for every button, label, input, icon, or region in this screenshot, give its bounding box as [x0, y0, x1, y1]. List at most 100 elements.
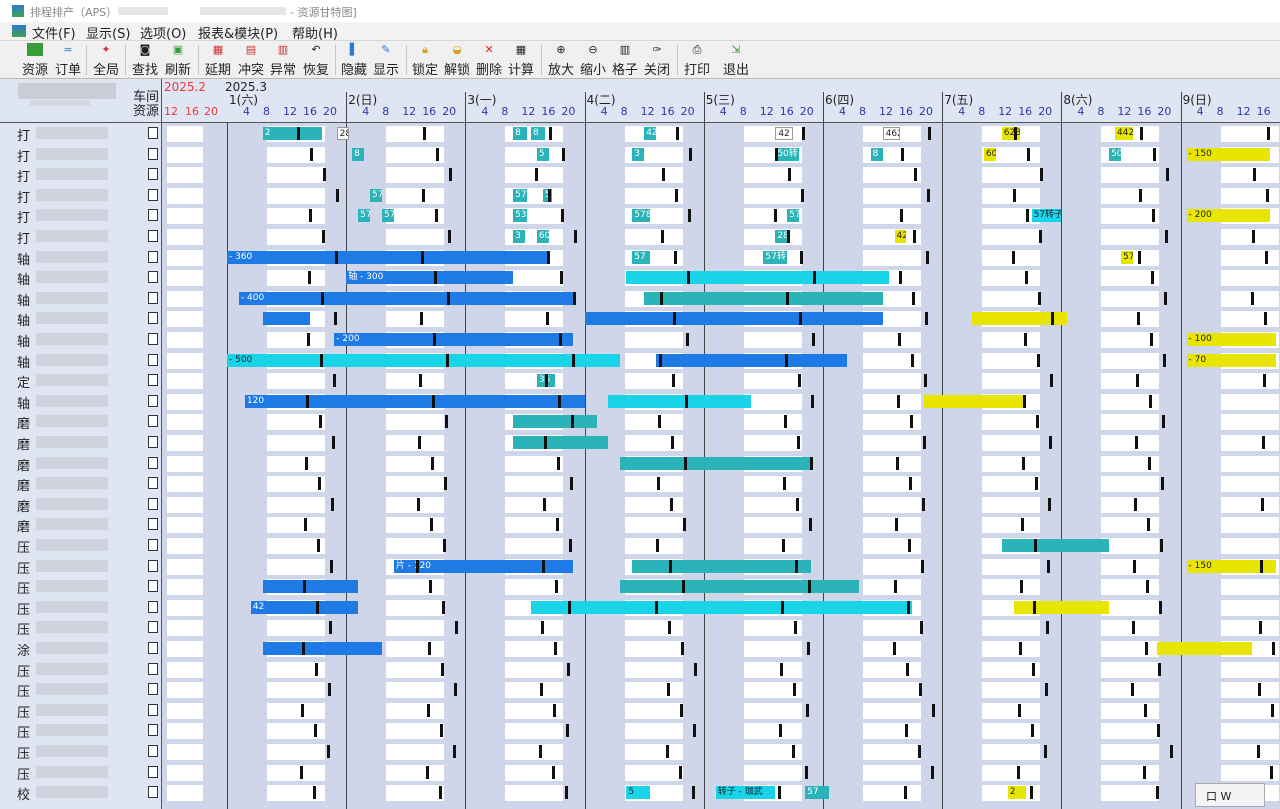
task-bar[interactable] — [262, 312, 311, 326]
task-marker[interactable] — [1013, 188, 1017, 202]
task-marker[interactable] — [928, 127, 931, 140]
resource-checkbox[interactable] — [148, 394, 158, 407]
task-marker[interactable] — [336, 188, 339, 202]
task-marker[interactable] — [448, 230, 452, 243]
task-marker[interactable] — [798, 312, 802, 326]
task-marker[interactable] — [552, 765, 556, 779]
task-marker[interactable] — [565, 786, 569, 800]
task-bar[interactable]: 42 — [775, 127, 794, 140]
task-marker[interactable] — [784, 353, 788, 367]
task-marker[interactable] — [440, 724, 444, 738]
task-marker[interactable] — [774, 147, 778, 161]
conflict-button[interactable]: ▤ 冲突 — [235, 43, 267, 78]
task-marker[interactable] — [547, 250, 551, 264]
task-marker[interactable] — [307, 333, 310, 346]
task-marker[interactable] — [1271, 642, 1275, 655]
resource-checkbox[interactable] — [148, 456, 158, 469]
task-marker[interactable] — [911, 353, 914, 367]
resource-row-label[interactable]: 轴 — [17, 393, 30, 412]
resource-checkbox[interactable] — [148, 765, 158, 778]
global-button[interactable]: ✦ 全局 — [90, 43, 122, 78]
task-marker[interactable] — [669, 497, 673, 511]
task-marker[interactable] — [794, 559, 798, 573]
task-marker[interactable] — [807, 580, 811, 594]
task-marker[interactable] — [1136, 374, 1140, 388]
task-marker[interactable] — [567, 662, 571, 676]
task-marker[interactable] — [900, 209, 903, 223]
task-marker[interactable] — [447, 291, 451, 305]
task-marker[interactable] — [692, 724, 696, 738]
task-marker[interactable] — [924, 374, 927, 388]
task-marker[interactable] — [1025, 271, 1029, 285]
task-marker[interactable] — [417, 497, 421, 511]
resource-row-label[interactable]: 打 — [17, 166, 30, 185]
task-marker[interactable] — [454, 683, 458, 697]
task-bar[interactable] — [620, 580, 859, 594]
task-marker[interactable] — [795, 497, 799, 511]
task-marker[interactable] — [301, 703, 304, 717]
task-marker[interactable] — [1164, 291, 1168, 305]
task-marker[interactable] — [449, 168, 453, 182]
task-marker[interactable] — [931, 765, 934, 779]
task-bar[interactable] — [262, 642, 382, 655]
resource-row-label[interactable]: 磨 — [17, 516, 30, 535]
task-bar[interactable] — [1001, 539, 1110, 552]
task-bar[interactable] — [530, 600, 913, 614]
task-marker[interactable] — [1153, 147, 1157, 161]
task-bar[interactable]: 3 — [632, 147, 645, 161]
task-marker[interactable] — [797, 374, 801, 388]
task-marker[interactable] — [546, 312, 550, 326]
task-marker[interactable] — [1151, 271, 1155, 285]
task-marker[interactable] — [329, 621, 332, 635]
task-marker[interactable] — [420, 312, 424, 326]
task-bar[interactable]: 3 — [513, 230, 525, 243]
task-marker[interactable] — [893, 642, 896, 655]
resource-checkbox[interactable] — [148, 127, 158, 139]
task-marker[interactable] — [927, 188, 930, 202]
task-bar[interactable] — [513, 436, 609, 449]
resource-row-label[interactable]: 压 — [17, 619, 30, 638]
task-marker[interactable] — [812, 271, 816, 285]
task-marker[interactable] — [1040, 168, 1044, 182]
task-marker[interactable] — [1269, 765, 1273, 779]
task-bar[interactable]: 57 — [381, 209, 394, 223]
task-marker[interactable] — [548, 188, 552, 202]
resource-row-label[interactable]: 定 — [17, 372, 30, 391]
unlock-button[interactable]: ◒ 解锁 — [441, 43, 473, 78]
grid-button[interactable]: ▥ 格子 — [609, 43, 641, 78]
task-marker[interactable] — [1022, 456, 1026, 470]
task-marker[interactable] — [910, 415, 913, 429]
resource-checkbox[interactable] — [148, 559, 158, 572]
task-marker[interactable] — [309, 209, 312, 223]
task-marker[interactable] — [1250, 291, 1254, 305]
task-marker[interactable] — [1018, 703, 1022, 717]
task-marker[interactable] — [302, 642, 305, 655]
task-bar[interactable]: 8 — [870, 147, 883, 161]
task-bar[interactable]: 60 — [536, 230, 549, 243]
task-marker[interactable] — [1034, 539, 1038, 552]
task-marker[interactable] — [422, 188, 426, 202]
task-marker[interactable] — [543, 497, 547, 511]
resource-row-label[interactable]: 磨 — [17, 455, 30, 474]
resource-row-label[interactable]: 磨 — [17, 496, 30, 515]
task-marker[interactable] — [1152, 209, 1156, 223]
menu-view[interactable]: 显示(S) — [86, 23, 130, 42]
task-bar[interactable]: - 70 — [1186, 353, 1276, 367]
resource-checkbox[interactable] — [148, 703, 158, 716]
task-marker[interactable] — [1131, 683, 1135, 697]
order-button[interactable]: ≈ 订单 — [53, 43, 83, 78]
task-marker[interactable] — [562, 147, 566, 161]
task-marker[interactable] — [445, 415, 449, 429]
resource-row-label[interactable]: 压 — [17, 722, 30, 741]
task-marker[interactable] — [310, 147, 313, 161]
task-marker[interactable] — [672, 312, 676, 326]
task-bar[interactable]: - 100 — [1186, 333, 1276, 346]
task-marker[interactable] — [1261, 436, 1265, 449]
task-marker[interactable] — [334, 312, 337, 326]
task-marker[interactable] — [1027, 147, 1031, 161]
exception-button[interactable]: ▥ 异常 — [267, 43, 299, 78]
resource-row-label[interactable]: 打 — [17, 228, 30, 247]
task-marker[interactable] — [793, 621, 797, 635]
task-marker[interactable] — [1138, 250, 1142, 264]
resource-row-label[interactable]: 压 — [17, 537, 30, 556]
